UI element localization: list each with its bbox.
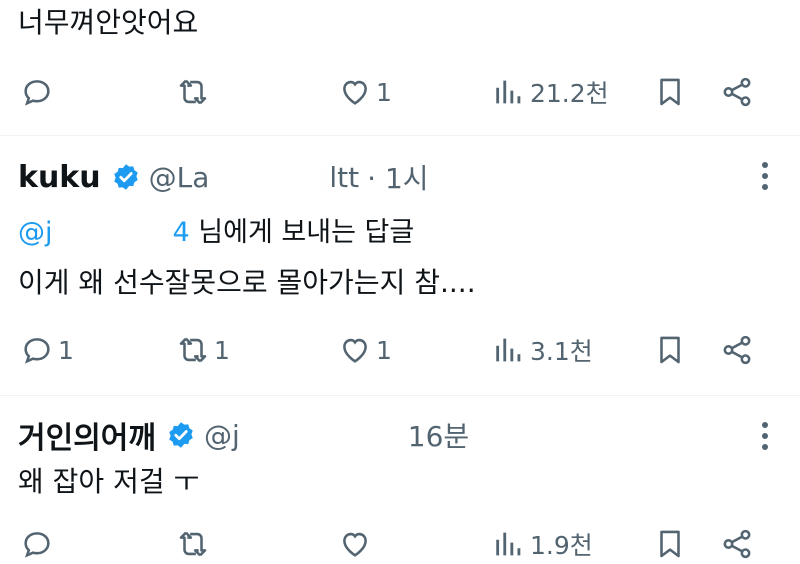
author-name[interactable]: 거인의어깨 xyxy=(18,413,156,457)
bookmark-icon xyxy=(660,336,680,364)
share-button[interactable] xyxy=(720,330,754,370)
like-icon xyxy=(343,338,367,363)
post-actions: 1.9천 xyxy=(0,524,800,564)
repost-icon xyxy=(179,79,207,105)
views-button[interactable]: 1.9천 xyxy=(492,524,593,564)
like-button[interactable] xyxy=(338,524,372,564)
bookmark-icon xyxy=(660,530,680,558)
post-text: 왜 잡아 저걸 ㅜ xyxy=(18,465,200,498)
views-count: 1.9천 xyxy=(530,531,593,560)
share-button[interactable] xyxy=(720,72,754,112)
post-header: 거인의어깨 @j 16분 xyxy=(18,413,469,457)
like-button[interactable]: 1 xyxy=(338,72,392,112)
reply-icon xyxy=(24,80,50,106)
views-icon xyxy=(496,532,521,556)
reply-button[interactable]: 1 xyxy=(20,330,74,370)
bookmark-button[interactable] xyxy=(653,72,687,112)
post-actions: 1 21.2천 xyxy=(0,72,800,112)
post-time[interactable]: · 1시 xyxy=(367,157,428,197)
reply-button[interactable] xyxy=(20,524,54,564)
views-count: 3.1천 xyxy=(530,337,593,366)
like-button[interactable]: 1 xyxy=(338,330,392,370)
verified-badge-icon xyxy=(169,422,193,448)
more-icon xyxy=(762,162,768,168)
share-icon xyxy=(723,77,751,107)
reply-button[interactable] xyxy=(20,72,54,112)
reply-to-line: @j 4 님에게 보내는 답글 xyxy=(18,210,414,249)
reply-icon xyxy=(24,532,50,558)
reply-to-suffix: 님에게 보내는 답글 xyxy=(189,217,415,248)
repost-count: 1 xyxy=(214,335,230,365)
bookmark-icon xyxy=(660,78,680,106)
author-handle[interactable]: @La ltt xyxy=(149,161,359,194)
views-icon xyxy=(496,80,521,104)
post-time[interactable]: 16분 xyxy=(408,415,469,455)
post-actions: 1 1 1 3.1천 xyxy=(0,330,800,370)
divider xyxy=(0,395,800,396)
share-icon xyxy=(723,529,751,559)
like-count: 1 xyxy=(376,335,392,365)
views-button[interactable]: 21.2천 xyxy=(492,72,609,112)
views-icon xyxy=(496,338,521,362)
bookmark-button[interactable] xyxy=(653,524,687,564)
share-button[interactable] xyxy=(720,524,754,564)
repost-button[interactable] xyxy=(176,524,210,564)
post-text: 이게 왜 선수잘못으로 몰아가는지 참.... xyxy=(18,266,476,299)
more-button[interactable] xyxy=(762,162,770,190)
like-count: 1 xyxy=(376,77,392,107)
repost-button[interactable]: 1 xyxy=(176,330,230,370)
repost-icon xyxy=(179,337,207,363)
author-handle[interactable]: @j xyxy=(204,419,400,452)
like-icon xyxy=(343,80,367,105)
divider xyxy=(0,135,800,136)
share-icon xyxy=(723,335,751,365)
reply-mention[interactable]: @j 4 xyxy=(18,217,190,249)
views-button[interactable]: 3.1천 xyxy=(492,330,593,370)
repost-icon xyxy=(179,531,207,557)
reply-count: 1 xyxy=(58,335,74,365)
views-count: 21.2천 xyxy=(530,79,609,108)
repost-button[interactable] xyxy=(176,72,210,112)
bookmark-button[interactable] xyxy=(653,330,687,370)
author-name[interactable]: kuku xyxy=(18,160,101,195)
more-button[interactable] xyxy=(762,422,770,450)
verified-badge-icon xyxy=(113,164,138,190)
like-icon xyxy=(343,532,367,557)
post-header: kuku @La ltt · 1시 xyxy=(18,157,429,197)
reply-icon xyxy=(24,338,50,364)
more-icon xyxy=(762,422,768,428)
post-text: 너무껴안앗어요 xyxy=(18,6,199,39)
